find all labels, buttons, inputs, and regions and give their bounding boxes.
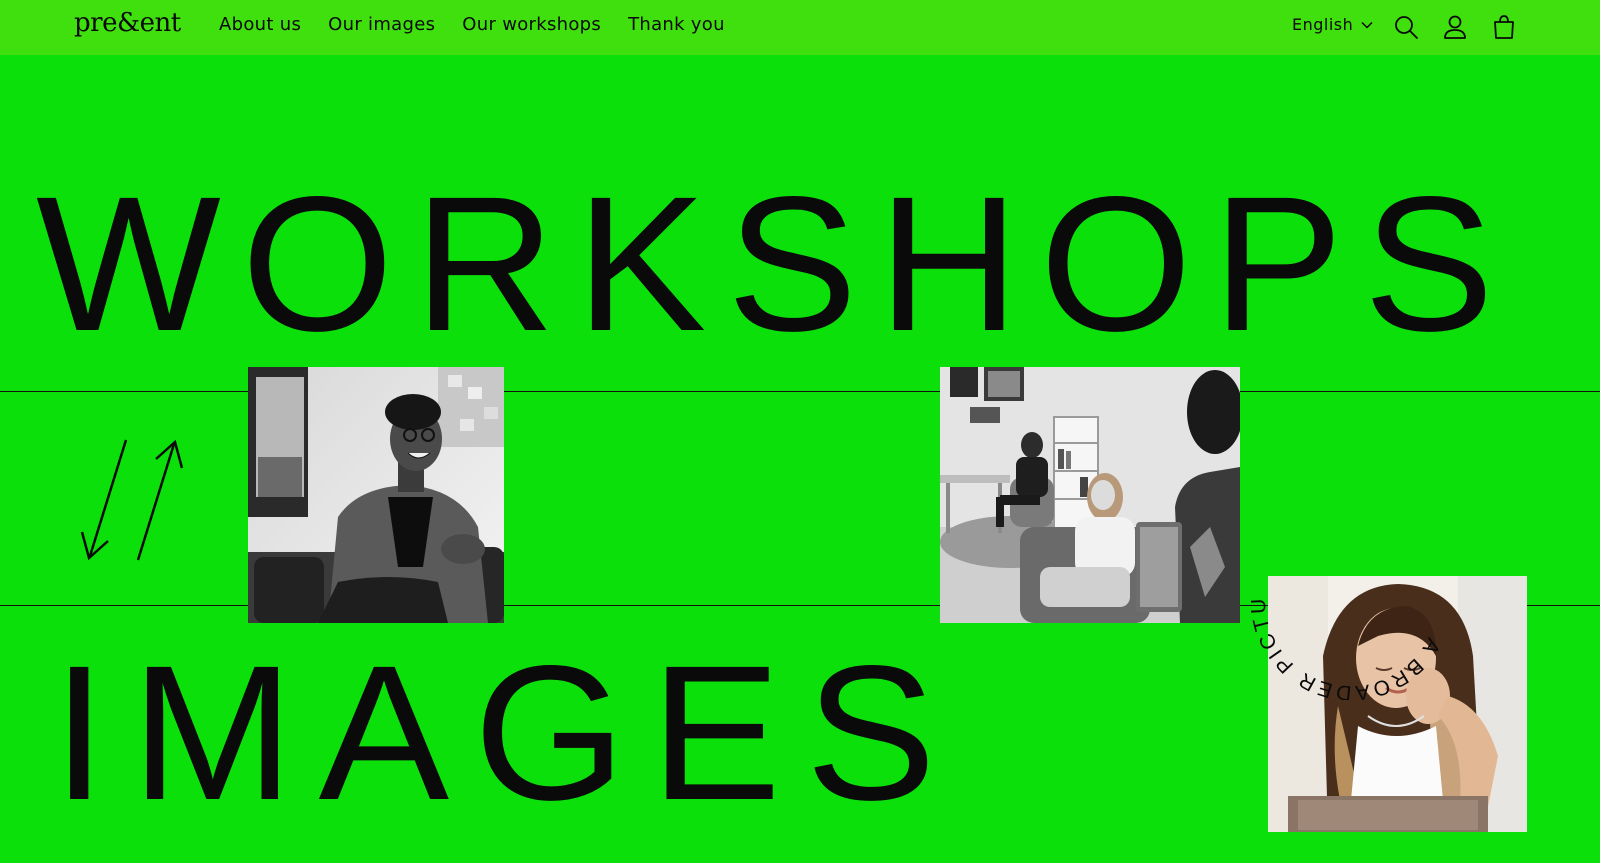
nav-about-us[interactable]: About us <box>219 14 301 35</box>
main-nav: About us Our images Our workshops Thank … <box>219 14 752 35</box>
language-label: English <box>1292 15 1354 34</box>
site-logo[interactable]: pre&ent <box>74 8 181 38</box>
nav-thank-you[interactable]: Thank you <box>628 14 725 35</box>
hero-title-images: IMAGES <box>52 625 961 840</box>
account-icon[interactable] <box>1441 13 1469 41</box>
divider-line-top <box>0 391 1600 392</box>
badge-text: A BROADER PICTURE <box>1251 500 1442 700</box>
workshop-photo-office-meeting <box>940 367 1240 623</box>
swap-arrows-icon <box>80 439 184 561</box>
svg-text:A BROADER PICTURE: A BROADER PICTURE <box>1251 500 1445 700</box>
cart-icon[interactable] <box>1490 13 1518 41</box>
broader-picture-badge: A BROADER PICTURE <box>1251 500 1445 700</box>
workshop-photo-laughing-person <box>248 367 504 623</box>
language-selector[interactable]: English <box>1292 15 1373 34</box>
site-header: pre&ent About us Our images Our workshop… <box>0 0 1600 55</box>
nav-our-workshops[interactable]: Our workshops <box>462 14 601 35</box>
nav-our-images[interactable]: Our images <box>328 14 435 35</box>
chevron-down-icon <box>1361 21 1373 29</box>
search-icon[interactable] <box>1392 13 1420 41</box>
hero-title-workshops: WORKSHOPS <box>36 156 1515 371</box>
